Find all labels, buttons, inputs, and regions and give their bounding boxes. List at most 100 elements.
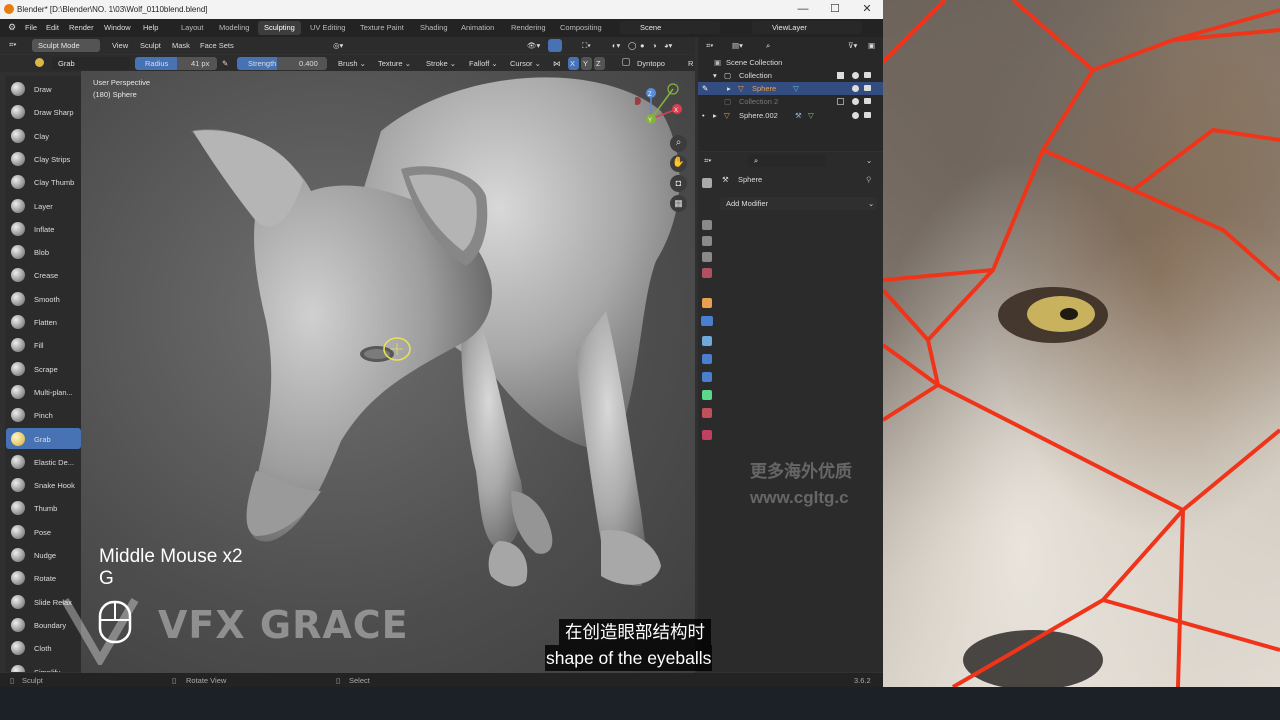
brush-selector[interactable]: Grab xyxy=(52,57,130,70)
tool-fill[interactable]: Fill xyxy=(6,334,81,355)
menu-mask[interactable]: Mask xyxy=(172,41,190,50)
menu-render[interactable]: Render xyxy=(69,23,94,32)
gizmo-neg-x-ball[interactable] xyxy=(635,97,641,105)
falloff-dropdown[interactable]: Falloff ⌄ xyxy=(469,59,498,68)
collection-2-checkbox[interactable] xyxy=(837,98,844,105)
add-modifier-button[interactable]: Add Modifier ⌄ xyxy=(720,197,877,210)
tab-rendering[interactable]: Rendering xyxy=(505,21,552,35)
minimize-button[interactable]: — xyxy=(788,0,818,19)
tool-clay-thumb[interactable]: Clay Thumb xyxy=(6,171,81,192)
tool-snake-hook[interactable]: Snake Hook xyxy=(6,474,81,495)
axis-z-toggle[interactable]: Z xyxy=(594,57,605,70)
physics-tab-icon[interactable] xyxy=(702,354,712,364)
tool-inflate[interactable]: Inflate xyxy=(6,218,81,239)
cursor-dropdown[interactable]: Cursor ⌄ xyxy=(510,59,541,68)
tool-draw-sharp[interactable]: Draw Sharp xyxy=(6,101,81,122)
outliner-row-sphere[interactable]: ✎ ▸ ▽ Sphere ▽ xyxy=(698,82,883,95)
tool-layer[interactable]: Layer xyxy=(6,195,81,216)
axis-x-toggle[interactable]: X xyxy=(568,57,579,70)
edit-mode-icon[interactable]: ✎ xyxy=(702,82,708,95)
close-button[interactable]: ✕ xyxy=(852,0,882,19)
pin-icon[interactable]: ⚲ xyxy=(866,173,872,186)
editor-type-icon[interactable]: ⌗▾ xyxy=(9,40,16,50)
tab-texture-paint[interactable]: Texture Paint xyxy=(354,21,410,35)
material-tab-icon[interactable] xyxy=(702,408,712,418)
tab-sculpting[interactable]: Sculpting xyxy=(258,21,301,35)
tab-shading[interactable]: Shading xyxy=(414,21,454,35)
blender-menu-icon[interactable]: ⚙ xyxy=(8,22,16,33)
filter-icon[interactable]: ⊽▾ xyxy=(848,39,857,52)
maximize-button[interactable]: ☐ xyxy=(820,0,850,19)
display-mode-icon[interactable]: ▤▾ xyxy=(732,39,743,52)
camera-view-icon[interactable]: ◘ xyxy=(670,175,687,192)
gizmo-icon[interactable]: ⛶▾ xyxy=(582,41,591,51)
ortho-grid-icon[interactable]: ▦ xyxy=(670,195,687,212)
tool-crease[interactable]: Crease xyxy=(6,264,81,285)
properties-options-icon[interactable]: ⌄ xyxy=(866,154,872,167)
properties-search-input[interactable]: ⌕ xyxy=(748,154,826,167)
properties-editor-icon[interactable]: ⌗▾ xyxy=(704,154,711,167)
menu-face-sets[interactable]: Face Sets xyxy=(200,41,234,50)
tool-rotate[interactable]: Rotate xyxy=(6,567,81,588)
pressure-icon[interactable]: ✎ xyxy=(222,59,228,68)
dyntopo-checkbox[interactable] xyxy=(622,58,630,66)
tool-smooth[interactable]: Smooth xyxy=(6,288,81,309)
view-layer-tab-icon[interactable] xyxy=(702,252,712,262)
tool-thumb[interactable]: Thumb xyxy=(6,497,81,518)
solid-shading-icon[interactable]: ● xyxy=(640,41,645,50)
tool-pinch[interactable]: Pinch xyxy=(6,404,81,425)
tool-clay-strips[interactable]: Clay Strips xyxy=(6,148,81,169)
outliner-row-collection[interactable]: ▾ ▢ Collection xyxy=(698,69,883,82)
collection-eye-icon[interactable] xyxy=(852,72,859,79)
navigation-gizmo[interactable]: Z Y X xyxy=(635,79,695,139)
expand-chevron-icon[interactable]: ▸ xyxy=(727,82,731,95)
tool-draw[interactable]: Draw xyxy=(6,78,81,99)
sphere-render-icon[interactable] xyxy=(864,85,871,91)
remesh-label[interactable]: R xyxy=(688,59,693,68)
particles-tab-icon[interactable] xyxy=(702,336,712,346)
expand-chevron-icon[interactable]: ▾ xyxy=(713,69,717,82)
modifier-tab-icon[interactable] xyxy=(701,316,713,326)
tool-multi-plan[interactable]: Multi-plan... xyxy=(6,381,81,402)
outliner-search-input[interactable]: ⌕ xyxy=(760,39,835,52)
scene-tab-icon[interactable] xyxy=(702,268,712,278)
collection-2-eye-icon[interactable] xyxy=(852,98,859,105)
select-tool-icon[interactable] xyxy=(548,39,562,52)
menu-help[interactable]: Help xyxy=(143,23,158,32)
tool-flatten[interactable]: Flatten xyxy=(6,311,81,332)
collection-checkbox[interactable] xyxy=(837,72,844,79)
pan-hand-icon[interactable]: ✋ xyxy=(670,155,687,172)
tool-grab[interactable]: Grab xyxy=(6,427,81,449)
outliner-editor-icon[interactable]: ⌗▾ xyxy=(706,39,713,52)
new-collection-icon[interactable]: ▣ xyxy=(868,39,875,52)
tool-tab-icon[interactable] xyxy=(702,178,712,188)
collection-render-icon[interactable] xyxy=(864,72,871,78)
tab-uv-editing[interactable]: UV Editing xyxy=(304,21,351,35)
tool-nudge[interactable]: Nudge xyxy=(6,544,81,565)
tab-layout[interactable]: Layout xyxy=(175,21,210,35)
brush-dropdown[interactable]: Brush ⌄ xyxy=(338,59,366,68)
tool-blob[interactable]: Blob xyxy=(6,241,81,262)
tool-pose[interactable]: Pose xyxy=(6,521,81,542)
global-icon[interactable]: ◎▾ xyxy=(333,41,343,50)
mode-selector[interactable]: Sculpt Mode xyxy=(32,39,100,52)
texture-tab-icon[interactable] xyxy=(702,430,712,440)
tab-modeling[interactable]: Modeling xyxy=(213,21,255,35)
outliner-row-scene-collection[interactable]: ▣ Scene Collection xyxy=(698,56,883,69)
sphere002-render-icon[interactable] xyxy=(864,112,871,118)
tab-compositing[interactable]: Compositing xyxy=(554,21,608,35)
outliner-row-sphere002[interactable]: • ▸ ▽ Sphere.002 ⚒ ▽ xyxy=(698,109,883,122)
tool-scrape[interactable]: Scrape xyxy=(6,358,81,379)
symmetry-icon[interactable]: ⋈ xyxy=(553,59,561,68)
rendered-shading-icon[interactable]: ◕▾ xyxy=(664,41,672,50)
wireframe-shading-icon[interactable]: ◯ xyxy=(628,41,636,50)
axis-y-toggle[interactable]: Y xyxy=(581,57,592,70)
expand-chevron-icon[interactable]: ▸ xyxy=(713,109,717,122)
tool-clay[interactable]: Clay xyxy=(6,125,81,146)
menu-file[interactable]: File xyxy=(25,23,37,32)
menu-window[interactable]: Window xyxy=(104,23,131,32)
output-tab-icon[interactable] xyxy=(702,236,712,246)
object-tab-icon[interactable] xyxy=(702,298,712,308)
sphere002-eye-icon[interactable] xyxy=(852,112,859,119)
scene-selector[interactable]: Scene xyxy=(620,21,720,34)
